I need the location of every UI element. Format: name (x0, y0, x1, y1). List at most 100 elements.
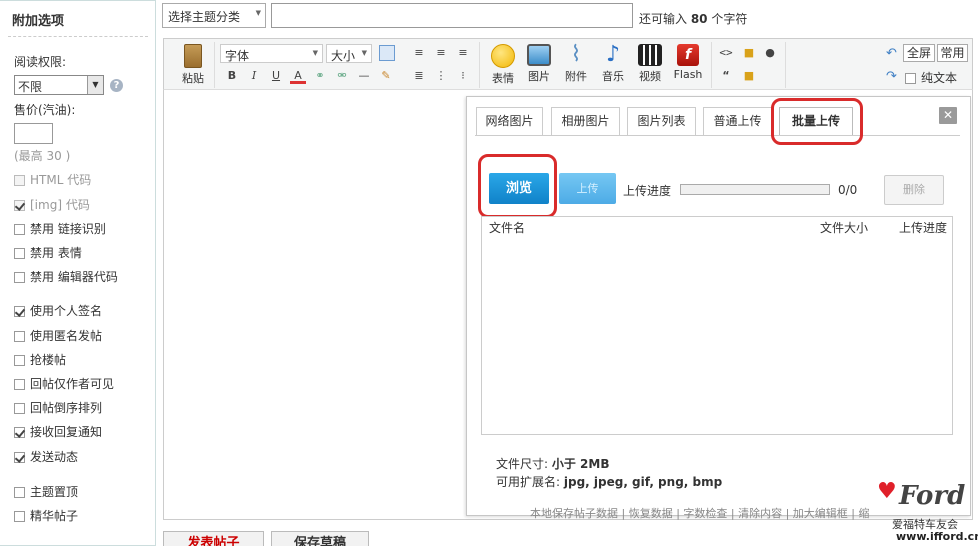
redo-icon[interactable]: ↷ (886, 69, 897, 84)
checkbox[interactable] (14, 200, 25, 211)
bulleted-list-icon[interactable]: ⁝ (455, 68, 471, 84)
checkbox[interactable] (14, 379, 25, 390)
site-logo: ♥ Ford 爱福特车友会 www.ifford.cn (872, 478, 978, 546)
checkbox[interactable] (905, 73, 916, 84)
post-button[interactable]: 发表帖子 (163, 531, 264, 546)
help-icon[interactable]: ? (110, 79, 123, 92)
lock-icon[interactable]: ■ (741, 45, 757, 61)
editor-footer-links[interactable]: 本地保存帖子数据 | 恢复数据 | 字数检查 | 清除内容 | 加大编辑框 | … (530, 505, 870, 521)
tab-divider (475, 135, 960, 136)
upload-button[interactable]: 上传 (559, 173, 616, 204)
unlink-icon[interactable]: ⚮ (334, 68, 350, 84)
free-icon[interactable]: ■ (741, 68, 757, 84)
option-reply-notify[interactable]: 接收回复通知 (14, 423, 102, 440)
undo-icon[interactable]: ↶ (886, 46, 897, 61)
checkbox[interactable] (14, 175, 25, 186)
price-max-note: (最高 30 ) (14, 149, 71, 163)
option-disable-link[interactable]: 禁用 链接识别 (14, 220, 106, 237)
checkbox[interactable] (14, 403, 25, 414)
option-signature[interactable]: 使用个人签名 (14, 302, 102, 319)
column-header-filesize: 文件大小 (820, 221, 869, 235)
checkbox[interactable] (14, 452, 25, 463)
tab-album-image[interactable]: 相册图片 (551, 107, 620, 135)
emoji-button[interactable]: 表情 (487, 44, 519, 86)
tab-normal-upload[interactable]: 普通上传 (703, 107, 772, 135)
tab-image-list[interactable]: 图片列表 (627, 107, 696, 135)
fullscreen-button[interactable]: 全屏 (903, 44, 935, 62)
paperclip-icon: ⌇ (570, 42, 582, 67)
checkbox[interactable] (14, 272, 25, 283)
quote-icon[interactable]: “ (718, 68, 734, 84)
checkbox[interactable] (14, 427, 25, 438)
table-icon[interactable] (379, 45, 395, 61)
option-disable-emoji[interactable]: 禁用 表情 (14, 244, 82, 261)
ordered-list-icon[interactable]: ⋮ (433, 68, 449, 84)
option-author-only[interactable]: 回帖仅作者可见 (14, 375, 114, 392)
flash-button[interactable]: f Flash (672, 44, 704, 81)
option-anonymous[interactable]: 使用匿名发帖 (14, 327, 102, 344)
align-left-icon[interactable]: ≡ (411, 45, 427, 61)
read-permission-select[interactable]: 不限 ▼ (14, 75, 104, 95)
option-disable-editor-code[interactable]: 禁用 编辑器代码 (14, 268, 118, 285)
logo-site: www.ifford.cn (896, 530, 978, 543)
tab-web-image[interactable]: 网络图片 (476, 107, 543, 135)
option-sticky[interactable]: 主题置顶 (14, 483, 78, 500)
link-icon[interactable]: ⚭ (312, 68, 328, 84)
clear-format-icon[interactable]: ✎ (378, 68, 394, 84)
plaintext-toggle[interactable]: 纯文本 (905, 69, 957, 86)
hr-icon[interactable]: — (356, 68, 372, 84)
underline-icon[interactable]: U (268, 68, 284, 84)
price-input[interactable] (14, 123, 53, 144)
common-button[interactable]: 常用 (937, 44, 968, 62)
option-reverse-order[interactable]: 回帖倒序排列 (14, 399, 102, 416)
music-note-icon: ♪ (605, 42, 621, 67)
bold-icon[interactable]: B (224, 68, 240, 84)
char-count: 80 (690, 12, 708, 26)
qq-icon[interactable]: ● (762, 45, 778, 61)
music-button[interactable]: ♪ 音乐 (597, 44, 629, 84)
logo-brand: Ford (899, 481, 966, 511)
option-digest[interactable]: 精华帖子 (14, 507, 78, 524)
chevron-down-icon: ▼ (87, 76, 103, 94)
read-permission-label: 阅读权限: (14, 55, 67, 69)
italic-icon[interactable]: I (246, 68, 262, 84)
delete-button[interactable]: 删除 (884, 175, 944, 205)
flash-icon: f (677, 44, 699, 66)
attachment-button[interactable]: ⌇ 附件 (560, 44, 592, 84)
film-icon (638, 44, 662, 66)
checkbox[interactable] (14, 487, 25, 498)
subject-input[interactable] (271, 3, 633, 28)
toolbar-divider (711, 42, 712, 88)
font-color-icon[interactable]: A (290, 68, 306, 84)
category-select[interactable]: 选择主题分类 ▼ (162, 3, 266, 28)
progress-bar (680, 184, 830, 195)
option-send-feed[interactable]: 发送动态 (14, 448, 78, 465)
checkbox[interactable] (14, 306, 25, 317)
font-select[interactable]: 字体 ▼ (220, 44, 323, 63)
chevron-down-icon: ▼ (312, 49, 318, 57)
image-button[interactable]: 图片 (523, 44, 555, 84)
file-extensions: 可用扩展名: jpg, jpeg, gif, png, bmp (496, 475, 723, 489)
option-img-code[interactable]: [img] 代码 (14, 196, 90, 213)
checkbox[interactable] (14, 224, 25, 235)
checkbox[interactable] (14, 511, 25, 522)
option-floor-grab[interactable]: 抢楼帖 (14, 351, 66, 368)
paste-button[interactable]: 粘贴 (178, 44, 208, 86)
toolbar-divider (479, 42, 480, 88)
align-right-icon[interactable]: ≡ (455, 45, 471, 61)
checkbox[interactable] (14, 331, 25, 342)
option-html-code[interactable]: HTML 代码 (14, 171, 91, 188)
sidebar-divider (8, 36, 148, 37)
price-label: 售价(汽油): (14, 103, 76, 117)
align-center-icon[interactable]: ≡ (433, 45, 449, 61)
size-select[interactable]: 大小 ▼ (326, 44, 372, 63)
checkbox[interactable] (14, 355, 25, 366)
code-icon[interactable]: <> (718, 45, 734, 61)
progress-count: 0/0 (838, 183, 858, 197)
progress-label: 上传进度 (623, 184, 672, 198)
save-draft-button[interactable]: 保存草稿 (271, 531, 369, 546)
close-icon[interactable]: ✕ (939, 107, 957, 124)
video-button[interactable]: 视频 (634, 44, 666, 84)
indent-icon[interactable]: ≣ (411, 68, 427, 84)
checkbox[interactable] (14, 248, 25, 259)
